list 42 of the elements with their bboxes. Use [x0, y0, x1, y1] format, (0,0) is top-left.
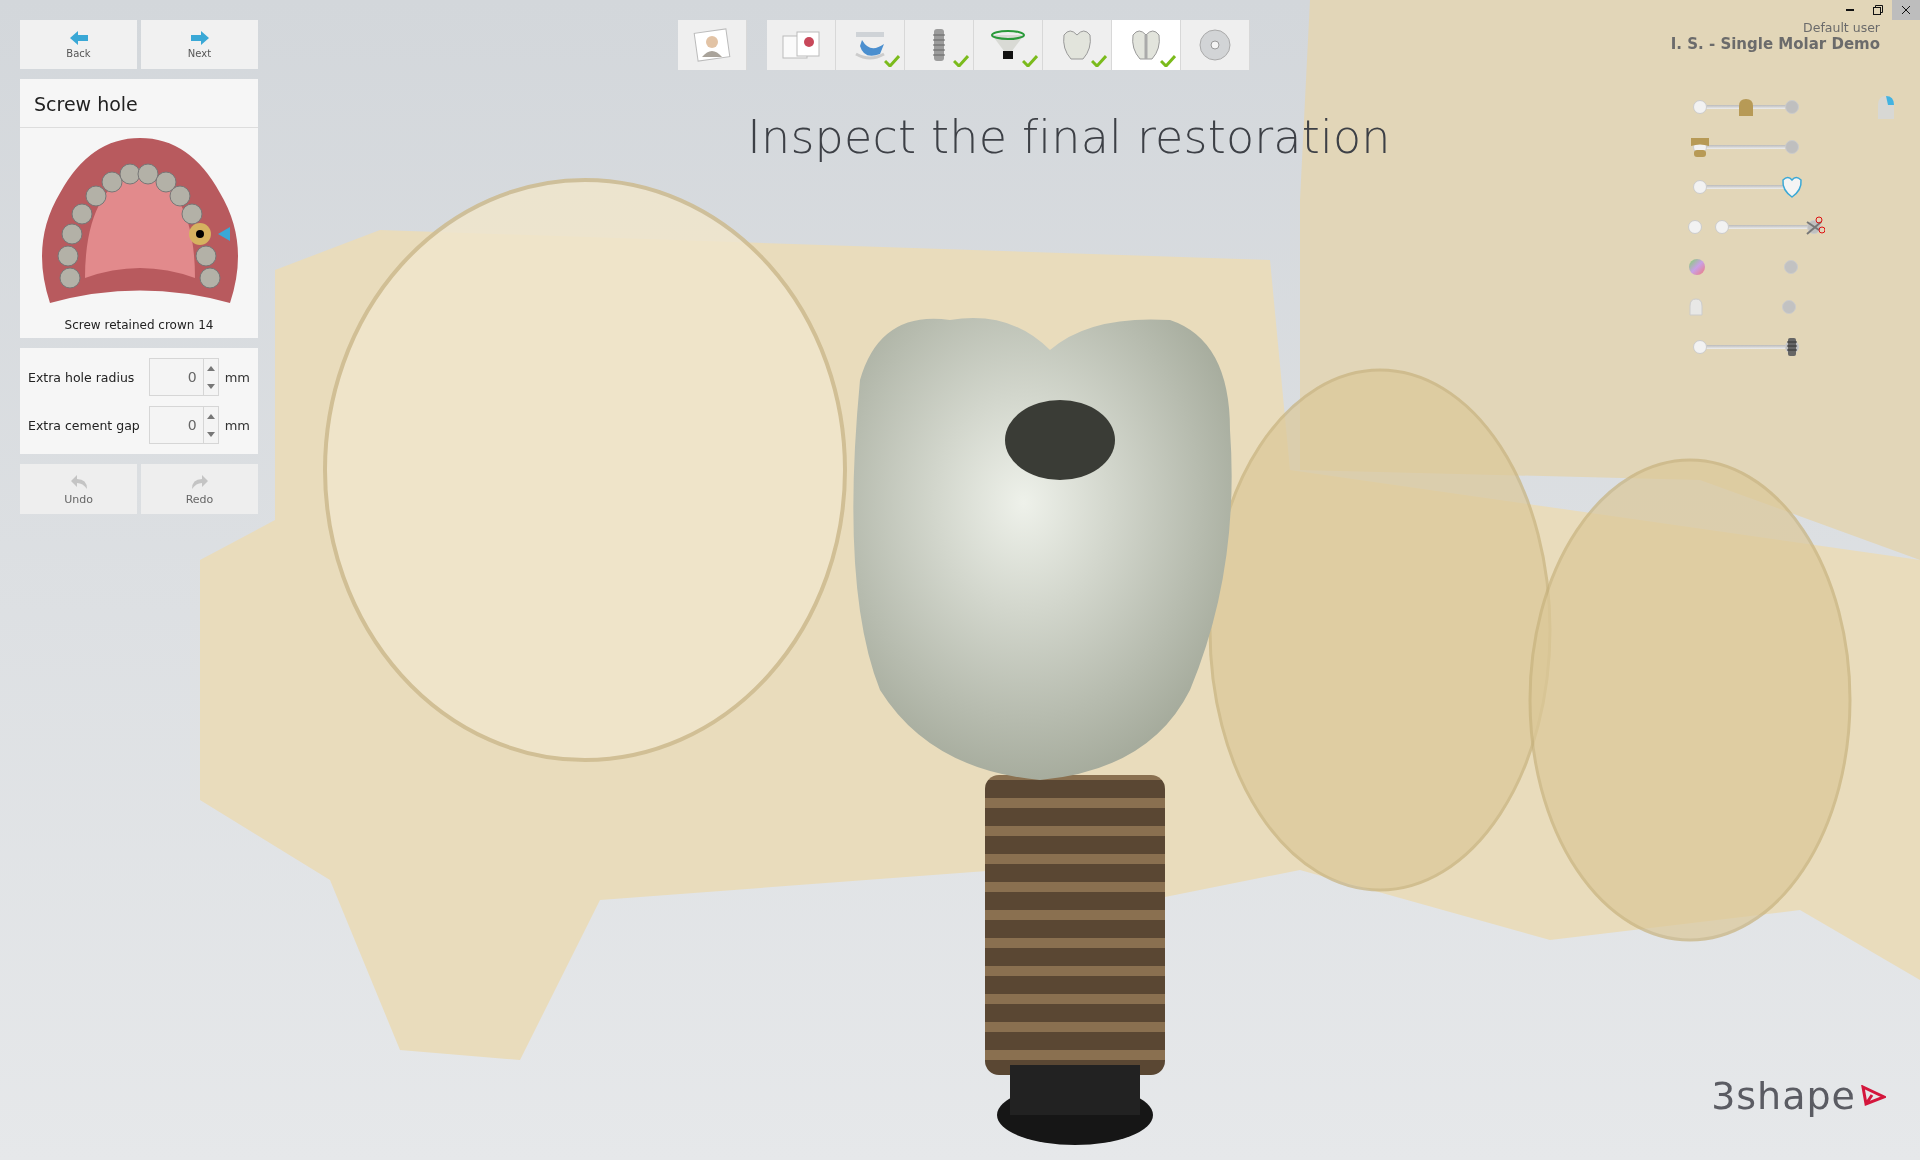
redo-arrow-icon — [189, 472, 210, 489]
cap-icon — [1690, 136, 1710, 158]
number-field[interactable]: 0 — [148, 358, 203, 396]
minimize-icon — [1846, 9, 1854, 11]
close-icon — [1901, 5, 1911, 15]
left-arrow-icon — [69, 30, 88, 45]
disc-icon — [1197, 27, 1233, 63]
check-icon — [1022, 55, 1038, 67]
next-button[interactable]: Next — [141, 20, 258, 69]
field-label: Extra hole radius — [28, 369, 136, 385]
panel-title: Screw hole — [20, 79, 258, 128]
check-icon — [884, 55, 900, 67]
tooth-icon — [1129, 27, 1163, 63]
check-icon — [1091, 55, 1107, 67]
brand-logo: 3shape — [1711, 1074, 1886, 1118]
tooth-view-icon[interactable] — [1876, 95, 1896, 119]
down-caret-icon — [206, 431, 215, 437]
unit-label: mm — [224, 369, 250, 385]
back-button[interactable]: Back — [20, 20, 137, 69]
number-field[interactable]: 0 — [148, 406, 203, 444]
up-caret-icon — [206, 365, 215, 371]
unit-label: mm — [224, 417, 250, 433]
crown-caption: Screw retained crown 14 — [63, 318, 215, 334]
step-heading: Inspect the final restoration — [747, 110, 1391, 164]
down-caret-icon — [206, 383, 215, 389]
screw-icon — [1787, 337, 1797, 357]
workflow-step[interactable] — [974, 20, 1043, 70]
project-name: I. S. - Single Molar Demo — [1670, 35, 1880, 53]
user-name: Default user — [1803, 20, 1880, 35]
restore-icon — [1873, 5, 1883, 15]
tooth-icon — [1060, 27, 1094, 63]
close-button[interactable] — [1892, 0, 1920, 20]
documents-icon — [779, 28, 823, 62]
check-icon — [953, 55, 969, 67]
tooth-icon — [1781, 176, 1803, 198]
up-caret-icon — [206, 413, 215, 419]
abutment-icon — [1736, 98, 1756, 116]
right-arrow-icon — [190, 30, 209, 45]
color-wheel-icon[interactable] — [1688, 258, 1706, 276]
field-label: Extra cement gap — [28, 417, 141, 433]
triangle-logo-icon — [1860, 1085, 1886, 1107]
check-icon — [1160, 55, 1176, 67]
